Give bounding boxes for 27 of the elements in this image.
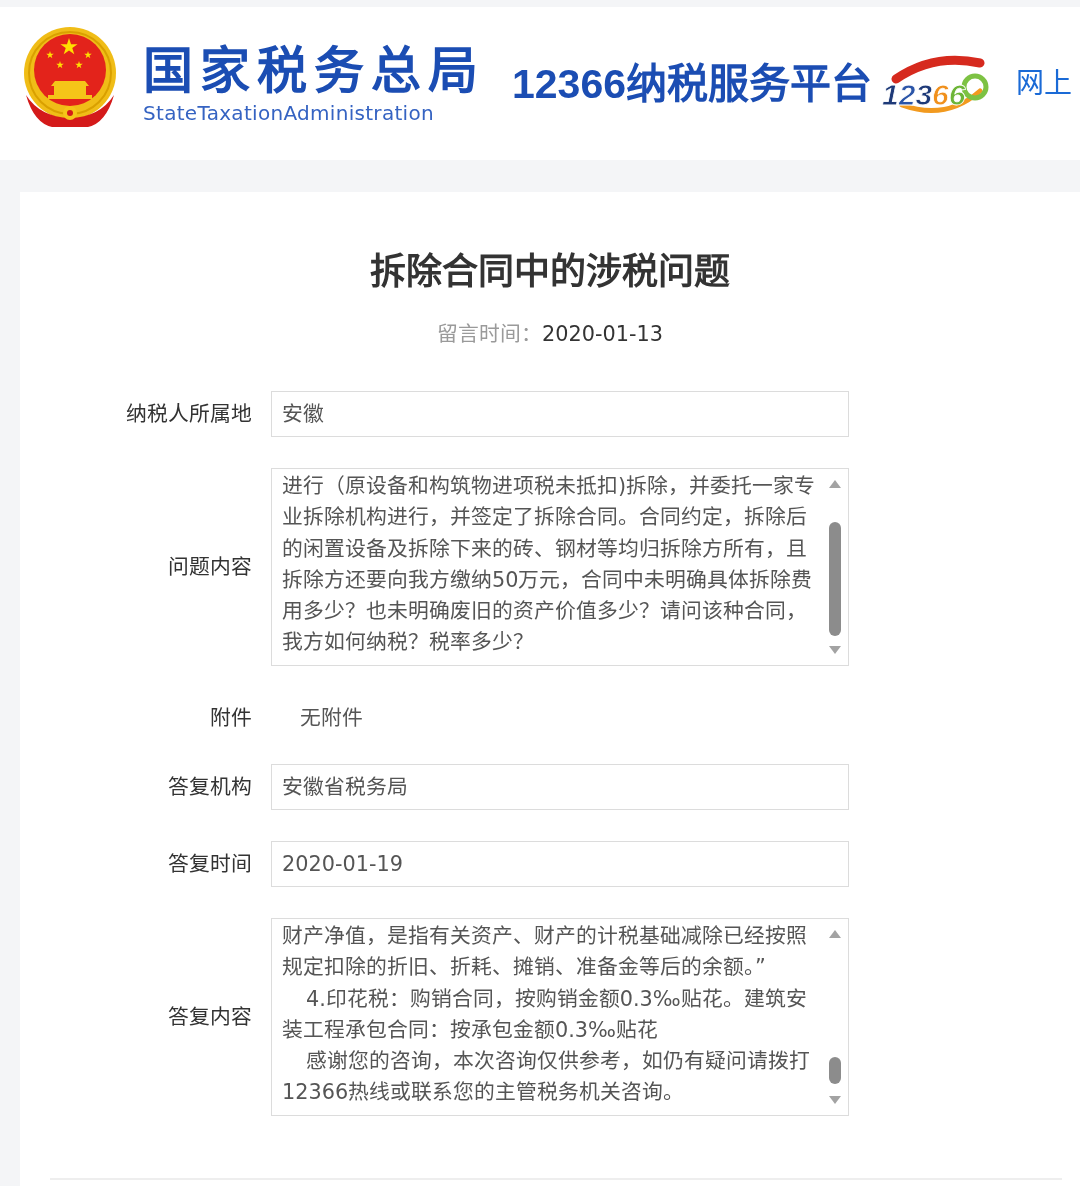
- agency-name: 国家税务总局: [143, 41, 485, 100]
- date-value: 2020-01-13: [542, 322, 663, 346]
- nav-link[interactable]: 网上: [1016, 66, 1072, 101]
- field-label: 纳税人所属地: [126, 401, 252, 428]
- scroll-up-icon[interactable]: [828, 480, 841, 488]
- input-field[interactable]: 安徽: [271, 391, 849, 437]
- input-field[interactable]: 安徽省税务局: [271, 764, 849, 810]
- scrollbar-thumb[interactable]: [828, 1057, 841, 1084]
- logo-text: 12366: [882, 77, 966, 111]
- scroll-up-icon[interactable]: [828, 930, 841, 938]
- field-label: 答复内容: [168, 1004, 252, 1031]
- input-field[interactable]: 2020-01-19: [271, 841, 849, 887]
- agency-name-english: StateTaxationAdministration: [143, 99, 434, 126]
- platform-name: 12366纳税服务平台: [512, 59, 872, 108]
- field-label: 答复时间: [168, 851, 252, 878]
- scroll-down-icon[interactable]: [828, 646, 841, 654]
- emblem-icon: [22, 24, 118, 129]
- field-label: 答复机构: [168, 774, 252, 801]
- scrollbar-thumb[interactable]: [828, 522, 841, 636]
- scroll-down-icon[interactable]: [828, 1096, 841, 1104]
- article-title: 拆除合同中的涉税问题: [370, 252, 730, 292]
- text-area[interactable]: 进行（原设备和构筑物进项税未抵扣)拆除，并委托一家专业拆除机构进行，并签定了拆除合同。合同约定，拆除后的闲置设备及拆除下来的砖、钢材等均归拆除方所有，且拆除方还要向我方缴纳50万元，合同中未明确具体拆除费用多少？也未明确废旧的资产价值多少？请问该种合同，我方如何纳税？税率多少？: [271, 468, 849, 666]
- date-label: 留言时间：: [437, 322, 543, 346]
- text-area[interactable]: 财产净值，是指有关资产、财产的计税基础减除已经按照规定扣除的折旧、折耗、摊销、准备金等后的余额。” 4.印花税：购销合同，按购销金额0.3‰贴花。建筑安装工程承包合同：按承包金额0.3‰贴花 感谢您的咨询，本次咨询仅供参考，如仍有疑问请拨打12366热线或联系您的主管税务机关咨询。: [271, 918, 849, 1116]
- field-label: 问题内容: [168, 554, 252, 581]
- field-value: 无附件: [300, 705, 363, 732]
- field-label: 附件: [210, 705, 252, 732]
